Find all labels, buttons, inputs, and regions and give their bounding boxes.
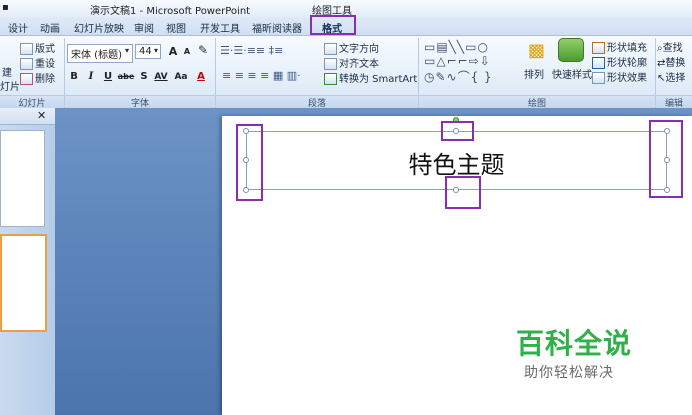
shapes-gallery-row1[interactable]: ▭▤╲╲▭○ xyxy=(424,40,489,54)
font-color-button[interactable]: A xyxy=(194,71,208,82)
reset-label: 重设 xyxy=(35,59,55,70)
clear-format-icon[interactable]: ✎ xyxy=(198,43,208,57)
font-name-dropdown-icon[interactable]: ▾ xyxy=(125,46,129,55)
ribbon: 版式 重设 删除 建 灯片 幻灯片 宋体 (标题) ▾ 44 ▾ A A ✎ B… xyxy=(0,36,692,109)
font-size-dropdown-icon[interactable]: ▾ xyxy=(154,46,158,55)
arrange-button[interactable]: 排列 xyxy=(524,66,544,81)
new-slide-label[interactable]: 建 xyxy=(2,64,12,79)
slides-panel-header: ✕ xyxy=(0,108,55,125)
editing-group-label: 编辑 xyxy=(656,95,692,109)
document-title: 演示文稿1 - Microsoft PowerPoint xyxy=(90,6,251,17)
find-button[interactable]: ⌕查找 xyxy=(657,39,683,54)
shapes-gallery-row2[interactable]: ▭△⌐⌐⇨⇩ xyxy=(424,54,491,68)
alignment-buttons-icon[interactable]: ≡ ≡ ≡ ≡ ▦ ▥· xyxy=(222,69,301,82)
shape-outline-label: 形状轮廓 xyxy=(607,58,647,69)
italic-button[interactable]: I xyxy=(84,71,98,82)
grow-font-button[interactable]: A xyxy=(166,45,180,58)
reset-button[interactable]: 重设 xyxy=(20,55,55,70)
text-direction-button[interactable]: 文字方向 xyxy=(324,40,379,55)
close-icon[interactable]: ✕ xyxy=(37,109,46,122)
arrange-icon[interactable]: ▩ xyxy=(528,40,545,61)
strikethrough-button[interactable]: abe xyxy=(116,72,136,81)
shrink-font-button[interactable]: A xyxy=(180,47,194,56)
underline-button[interactable]: U xyxy=(101,71,115,82)
layout-icon xyxy=(20,43,33,55)
shape-fill-label: 形状填充 xyxy=(607,43,647,54)
quick-styles-button[interactable]: 快速样式 xyxy=(552,66,592,81)
select-button[interactable]: ↖选择 xyxy=(657,69,685,84)
smartart-label: 转换为 SmartArt xyxy=(339,74,418,85)
replace-button[interactable]: ⇄替换 xyxy=(657,54,685,69)
align-text-button[interactable]: 对齐文本 xyxy=(324,55,379,70)
delete-button[interactable]: 删除 xyxy=(20,70,55,85)
font-name-field[interactable]: 宋体 (标题) xyxy=(67,44,133,63)
replace-label: 替换 xyxy=(665,58,686,69)
align-text-icon xyxy=(324,58,337,70)
pen-icon xyxy=(592,57,605,69)
delete-icon xyxy=(20,73,33,85)
slide-thumbnail-1[interactable] xyxy=(0,130,45,227)
handle-highlight-right xyxy=(649,120,683,198)
text-direction-label: 文字方向 xyxy=(339,44,379,55)
shapes-gallery-row3[interactable]: ◷✎∿⌒{ } xyxy=(424,68,493,85)
reset-icon xyxy=(20,58,33,70)
select-label: 选择 xyxy=(665,73,686,84)
paragraph-group-label: 段落 xyxy=(216,95,418,109)
watermark-title: 百科全说 xyxy=(516,327,633,360)
change-case-button[interactable]: Aa xyxy=(172,72,190,82)
shape-fill-button[interactable]: 形状填充 xyxy=(592,39,647,54)
new-slide-label-2[interactable]: 灯片 xyxy=(0,78,20,93)
handle-highlight-top xyxy=(441,121,474,141)
text-direction-icon xyxy=(324,43,337,55)
smartart-icon xyxy=(324,73,337,85)
tab-design[interactable]: 设计 xyxy=(8,20,28,35)
handle-highlight-bottom xyxy=(445,176,481,209)
delete-label: 删除 xyxy=(35,74,55,85)
smartart-button[interactable]: 转换为 SmartArt xyxy=(324,70,417,85)
tab-developer[interactable]: 开发工具 xyxy=(200,20,240,35)
tab-foxit[interactable]: 福昕阅读器 xyxy=(252,20,302,35)
shadow-button[interactable]: S xyxy=(137,71,151,82)
effects-icon xyxy=(592,72,605,84)
align-text-label: 对齐文本 xyxy=(339,59,379,70)
tab-view[interactable]: 视图 xyxy=(166,20,186,35)
layout-button[interactable]: 版式 xyxy=(20,40,55,55)
font-group-label: 字体 xyxy=(65,95,215,109)
tab-slideshow[interactable]: 幻灯片放映 xyxy=(74,20,124,35)
app-icon[interactable]: ▪ xyxy=(2,2,9,13)
list-buttons-icon[interactable]: ☰·☰·≡≡ ‡≡ xyxy=(220,44,283,57)
char-spacing-button[interactable]: AV xyxy=(152,72,170,82)
tab-review[interactable]: 审阅 xyxy=(134,20,154,35)
handle-highlight-left xyxy=(236,124,263,201)
bold-button[interactable]: B xyxy=(67,71,81,82)
shape-effects-button[interactable]: 形状效果 xyxy=(592,69,647,84)
shape-effects-label: 形状效果 xyxy=(607,73,647,84)
slide-thumbnail-2[interactable] xyxy=(0,234,47,332)
slide-title-text[interactable]: 特色主题 xyxy=(246,145,667,180)
paint-bucket-icon xyxy=(592,42,605,54)
layout-label: 版式 xyxy=(35,44,55,55)
slides-group-label: 幻灯片 xyxy=(0,95,64,109)
tab-animation[interactable]: 动画 xyxy=(40,20,60,35)
quick-styles-icon[interactable] xyxy=(558,38,584,62)
find-label: 查找 xyxy=(662,43,683,54)
watermark-subtitle: 助你轻松解决 xyxy=(524,365,614,381)
shape-outline-button[interactable]: 形状轮廓 xyxy=(592,54,647,69)
drawing-group-label: 绘图 xyxy=(419,95,655,109)
format-tab-highlight xyxy=(310,15,356,35)
